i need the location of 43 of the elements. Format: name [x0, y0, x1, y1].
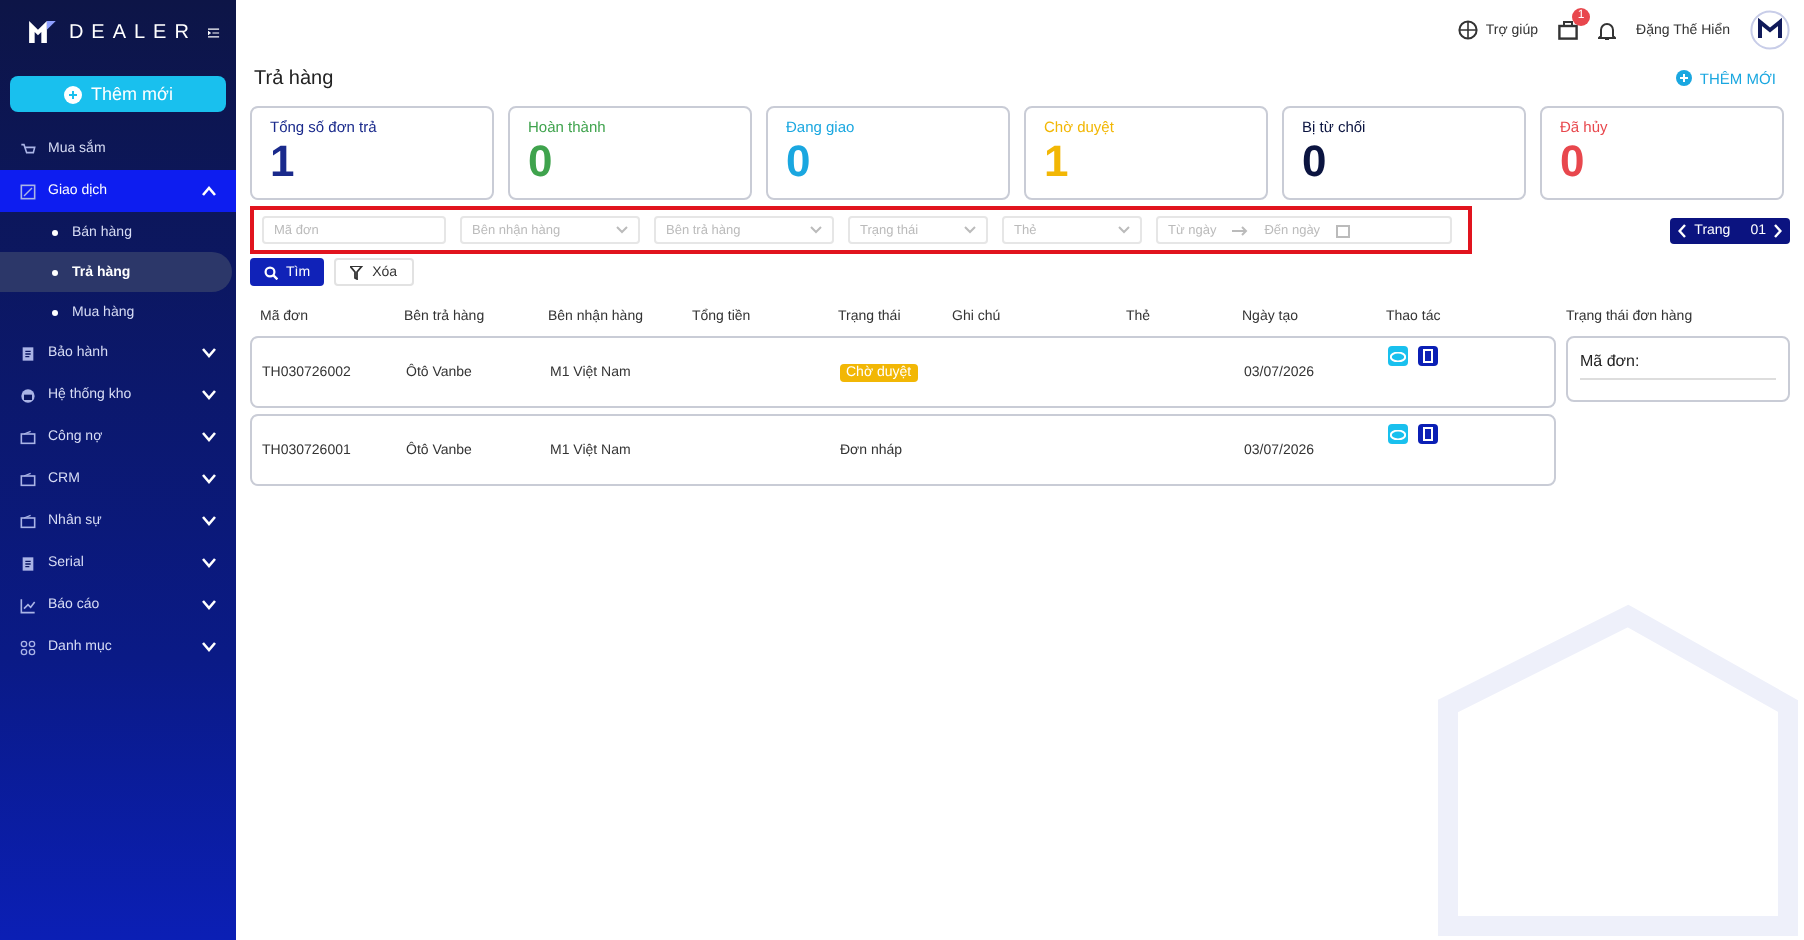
document-icon — [20, 345, 36, 361]
arrow-right-icon — [1232, 225, 1249, 235]
stat-value: 1 — [1044, 136, 1071, 188]
stat-value: 1 — [270, 136, 297, 188]
chart-icon — [20, 597, 36, 613]
copy-icon — [1422, 426, 1434, 442]
bullet-icon — [52, 269, 58, 275]
eye-icon — [1390, 429, 1406, 439]
bullet-icon — [52, 229, 58, 235]
stat-value: 0 — [786, 136, 813, 188]
plus-circle-icon — [1675, 70, 1692, 86]
search-icon — [264, 265, 278, 279]
percent-icon — [20, 183, 36, 199]
stat-value: 0 — [1302, 136, 1329, 188]
avatar-icon — [1750, 10, 1790, 50]
plus-circle-icon — [63, 85, 82, 103]
chevron-down-icon — [810, 226, 822, 234]
filter-clear-icon — [350, 265, 365, 279]
calendar-icon — [1336, 223, 1351, 237]
copy-icon — [1422, 348, 1434, 364]
bullet-icon — [52, 309, 58, 315]
copy-button[interactable] — [1418, 346, 1438, 366]
bag-button[interactable] — [1558, 20, 1579, 40]
chevron-left-icon — [1678, 223, 1687, 237]
bell-icon — [1598, 20, 1617, 40]
menu-icon — [208, 23, 220, 41]
bell-button[interactable] — [1598, 20, 1617, 40]
copy-button[interactable] — [1418, 424, 1438, 444]
field-label: Mã đơn: — [1580, 352, 1776, 380]
brand-name: DEALER — [68, 21, 197, 43]
chevron-down-icon — [964, 226, 976, 234]
grid-icon — [20, 639, 36, 655]
bag-icon — [1558, 20, 1579, 40]
globe-icon — [1457, 20, 1478, 40]
chevron-down-icon — [1118, 226, 1130, 234]
page-title: Trả hàng — [254, 67, 334, 89]
stat-value: 0 — [1560, 136, 1587, 188]
cart-icon — [20, 141, 36, 157]
chevron-down-icon — [616, 226, 628, 234]
document-icon — [20, 555, 36, 571]
eye-icon — [1390, 351, 1406, 361]
stat-value: 0 — [528, 136, 555, 188]
chevron-right-icon — [1774, 223, 1782, 237]
